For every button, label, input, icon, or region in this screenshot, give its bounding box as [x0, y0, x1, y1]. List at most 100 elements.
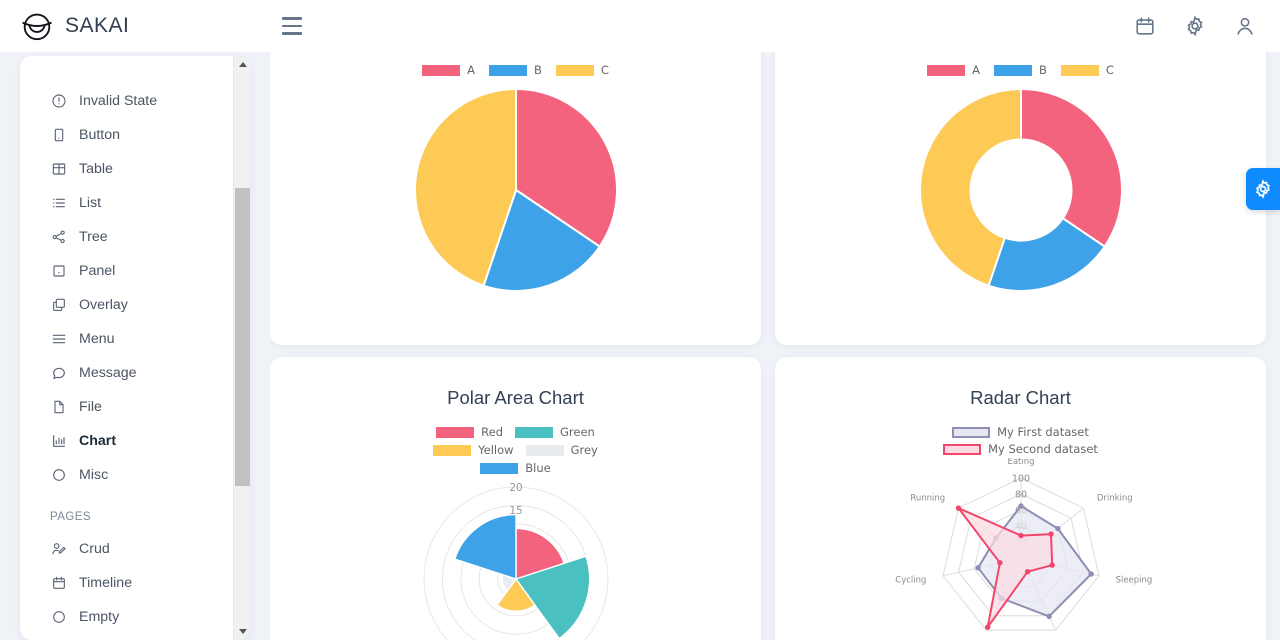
sidebar-item-label: List: [79, 195, 102, 211]
sidebar-item-list[interactable]: List: [20, 186, 233, 220]
sidebar-item-label: Misc: [79, 467, 109, 483]
sidebar-item-overlay[interactable]: Overlay: [20, 288, 233, 322]
legend-swatch: [525, 444, 564, 456]
gear-icon[interactable]: [1182, 13, 1208, 39]
hamburger-bar: [282, 24, 302, 28]
sidebar-item-panel[interactable]: Panel: [20, 254, 233, 288]
sidebar-item-menu[interactable]: Menu: [20, 322, 233, 356]
sidebar-item-label: Tree: [79, 229, 108, 245]
list-icon: [50, 195, 67, 212]
sidebar-item-label: Chart: [79, 433, 117, 449]
radar-chart-title: Radar Chart: [970, 387, 1071, 408]
sidebar-item-label: Overlay: [79, 297, 128, 313]
legend-item[interactable]: Grey: [525, 443, 598, 457]
sidebar-item-timeline[interactable]: Timeline: [20, 566, 233, 600]
polar-chart-title: Polar Area Chart: [447, 387, 584, 408]
sidebar-item-label: Invalid State: [79, 93, 158, 109]
legend-label: My Second dataset: [988, 442, 1098, 456]
sidebar-item-label: Panel: [79, 263, 116, 279]
doughnut-chart-canvas[interactable]: [775, 83, 1266, 295]
exclamation-circle-icon: [50, 93, 67, 110]
sidebar-item-tree[interactable]: Tree: [20, 220, 233, 254]
radar-chart-canvas[interactable]: 10080604020EatingDrinkingSleepingDesigni…: [775, 458, 1266, 640]
polar-chart-canvas[interactable]: 20 15: [270, 481, 761, 640]
legend-item[interactable]: A: [422, 63, 475, 77]
topbar-actions: [1132, 13, 1258, 39]
config-panel-toggle[interactable]: [1246, 168, 1280, 210]
menu-spacer: [20, 634, 233, 640]
hamburger-icon[interactable]: [274, 10, 310, 42]
table-icon: [50, 161, 67, 178]
sidebar-scrollbar[interactable]: [233, 56, 250, 640]
sidebar-item-table[interactable]: Table: [20, 152, 233, 186]
main-content: Pie Chart A B C Doughnut Chart A: [270, 0, 1280, 640]
legend-label: My First dataset: [997, 425, 1089, 439]
user-icon[interactable]: [1232, 13, 1258, 39]
sidebar-scroll-area: Invalid State Button Table List Tree Pan…: [20, 56, 233, 640]
legend-item[interactable]: Red: [436, 425, 503, 439]
brand-name: SAKAI: [65, 14, 130, 37]
circle-icon: [50, 467, 67, 484]
sidebar-item-chart[interactable]: Chart: [20, 424, 233, 458]
sidebar-item-label: Empty: [79, 609, 120, 625]
legend-swatch: [436, 426, 475, 438]
legend-label: Yellow: [478, 443, 514, 457]
legend-item[interactable]: C: [555, 63, 609, 77]
svg-text:80: 80: [1014, 490, 1026, 501]
legend-label: B: [1038, 63, 1047, 77]
sidebar-item-crud[interactable]: Crud: [20, 532, 233, 566]
legend-label: C: [600, 63, 609, 77]
sidebar-item-invalid-state[interactable]: Invalid State: [20, 84, 233, 118]
legend-item[interactable]: Yellow: [433, 443, 514, 457]
legend-item[interactable]: Green: [515, 425, 595, 439]
sidebar-item-empty[interactable]: Empty: [20, 600, 233, 634]
doughnut-chart-legend: A B C: [775, 63, 1266, 77]
legend-swatch: [515, 426, 554, 438]
scrollbar-thumb[interactable]: [235, 188, 250, 486]
legend-item[interactable]: My Second dataset: [943, 442, 1098, 456]
legend-item[interactable]: B: [488, 63, 542, 77]
scroll-up-arrow-icon[interactable]: [234, 56, 250, 73]
menu-spacer: [20, 492, 233, 502]
scroll-down-arrow-icon[interactable]: [234, 623, 250, 640]
legend-item[interactable]: Blue: [480, 461, 551, 475]
legend-item[interactable]: A: [927, 63, 980, 77]
sidebar-item-file[interactable]: File: [20, 390, 233, 424]
sidebar-item-misc[interactable]: Misc: [20, 458, 233, 492]
legend-item[interactable]: B: [993, 63, 1047, 77]
comment-icon: [50, 365, 67, 382]
svg-text:Running: Running: [910, 494, 945, 504]
sidebar-item-message[interactable]: Message: [20, 356, 233, 390]
radar-chart-card: Radar Chart My First dataset My Second d…: [775, 357, 1266, 640]
legend-swatch: [433, 444, 472, 456]
sidebar-item-label: Timeline: [79, 575, 133, 591]
legend-item[interactable]: C: [1060, 63, 1114, 77]
sidebar-item-button[interactable]: Button: [20, 118, 233, 152]
sidebar-item-label: Button: [79, 127, 121, 143]
panel-icon: [50, 263, 67, 280]
legend-item[interactable]: My First dataset: [952, 425, 1089, 439]
clone-icon: [50, 297, 67, 314]
polar-chart-card: Polar Area Chart Red Green Yellow Grey B…: [270, 357, 761, 640]
sidebar-item-label: Menu: [79, 331, 115, 347]
legend-label: C: [1105, 63, 1114, 77]
svg-text:Sleeping: Sleeping: [1115, 576, 1152, 586]
share-icon: [50, 229, 67, 246]
legend-label: Red: [481, 425, 504, 439]
pie-chart-canvas[interactable]: [270, 83, 761, 295]
bars-icon: [50, 331, 67, 348]
svg-text:Cycling: Cycling: [895, 576, 926, 586]
sidebar: Invalid State Button Table List Tree Pan…: [20, 56, 250, 640]
svg-text:20: 20: [509, 482, 522, 494]
sakai-logo-icon: [20, 9, 54, 43]
legend-swatch: [1060, 64, 1099, 76]
hamburger-bar: [282, 17, 302, 20]
legend-swatch: [422, 64, 461, 76]
circle-off-icon: [50, 609, 67, 626]
sidebar-item-label: Crud: [79, 541, 110, 557]
calendar-icon[interactable]: [1132, 13, 1158, 39]
chart-bar-icon: [50, 433, 67, 450]
brand-logo-link[interactable]: SAKAI: [20, 9, 250, 43]
legend-swatch: [952, 426, 991, 438]
svg-text:Drinking: Drinking: [1096, 494, 1132, 504]
